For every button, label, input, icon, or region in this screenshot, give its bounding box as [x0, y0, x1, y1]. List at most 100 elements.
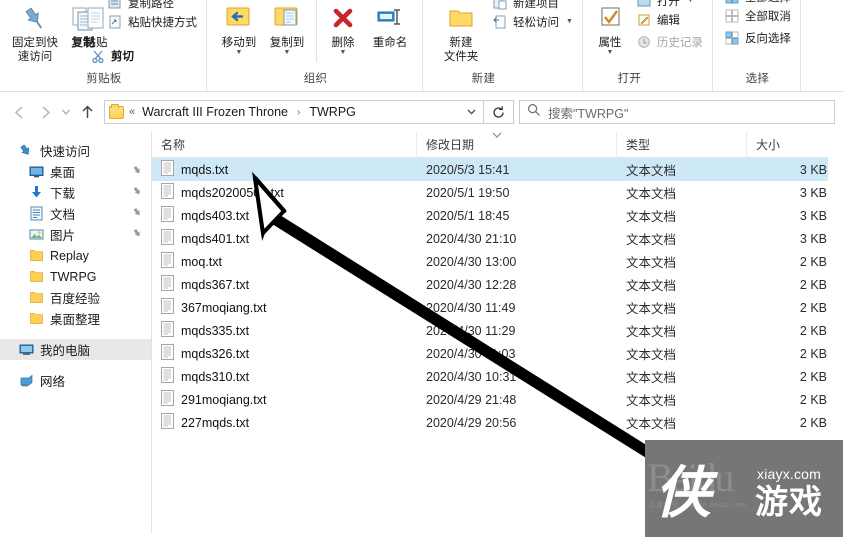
open-group-label: 打开	[617, 73, 642, 85]
table-row[interactable]: mqds326.txt 2020/4/30 11:03 文本文档 2 KB	[152, 342, 843, 365]
sidebar-item-desktop[interactable]: 桌面	[0, 161, 151, 182]
file-name-cell[interactable]: mqds.txt	[152, 160, 417, 179]
text-file-icon	[161, 229, 174, 245]
breadcrumb-item-0[interactable]: Warcraft III Frozen Throne	[140, 105, 290, 119]
edit-pencil-icon	[636, 12, 652, 28]
sidebar-item-downloads[interactable]: 下载	[0, 182, 151, 203]
file-name-cell[interactable]: mqds401.txt	[152, 229, 417, 248]
sidebar-item-pictures[interactable]: 图片	[0, 224, 151, 245]
chevron-down-icon[interactable]: ▼	[606, 49, 613, 56]
select-none-label: 全部取消	[744, 11, 791, 23]
search-input[interactable]: 搜索"TWRPG"	[519, 100, 835, 124]
properties-button[interactable]: 属性 ▼	[589, 0, 631, 56]
sidebar-item-quick-access[interactable]: 快速访问	[0, 140, 151, 161]
column-header-date-modified[interactable]: 修改日期	[417, 131, 617, 158]
sidebar-item-desktop-organize[interactable]: 桌面整理	[0, 308, 151, 329]
text-file-icon	[161, 413, 174, 429]
table-row[interactable]: mqds335.txt 2020/4/30 11:29 文本文档 2 KB	[152, 319, 843, 342]
table-row[interactable]: 227mqds.txt 2020/4/29 20:56 文本文档 2 KB	[152, 411, 843, 434]
table-row[interactable]: mqds310.txt 2020/4/30 10:31 文本文档 2 KB	[152, 365, 843, 388]
file-date-cell: 2020/4/30 11:29	[426, 323, 516, 338]
chevron-down-icon[interactable]: ▼	[340, 49, 347, 56]
table-row[interactable]: mqds20200501.txt 2020/5/1 19:50 文本文档 3 KB	[152, 181, 843, 204]
easy-access-label: 轻松访问	[513, 17, 559, 29]
pin-icon[interactable]	[132, 228, 143, 242]
table-row[interactable]: moq.txt 2020/4/30 13:00 文本文档 2 KB	[152, 250, 843, 273]
table-row[interactable]: mqds367.txt 2020/4/30 12:28 文本文档 2 KB	[152, 273, 843, 296]
back-button[interactable]	[6, 98, 32, 126]
delete-button[interactable]: 删除 ▼	[322, 0, 364, 56]
address-dropdown-button[interactable]	[466, 106, 479, 119]
file-name-cell[interactable]: 367moqiang.txt	[152, 298, 417, 317]
edit-button[interactable]: 编辑	[633, 9, 706, 31]
file-name-label: 227mqds.txt	[181, 415, 250, 430]
column-header-size[interactable]: 大小	[747, 132, 837, 158]
recent-locations-button[interactable]	[58, 98, 74, 126]
watermark-brand-char: 侠	[655, 463, 711, 525]
file-name-cell[interactable]: mqds20200501.txt	[152, 183, 417, 202]
file-name-label: 291moqiang.txt	[181, 392, 267, 407]
breadcrumb-separator[interactable]: ›	[294, 107, 303, 118]
new-item-button[interactable]: 新建项目	[489, 0, 576, 11]
sidebar-item-my-computer[interactable]: 我的电脑	[0, 339, 151, 360]
pin-icon[interactable]	[132, 165, 143, 179]
move-to-label: 移动到	[221, 37, 257, 49]
paste-button[interactable]: 粘贴	[75, 0, 117, 50]
chevron-down-icon[interactable]: ▼	[566, 18, 573, 25]
pin-icon[interactable]	[132, 186, 143, 200]
table-row[interactable]: 291moqiang.txt 2020/4/29 21:48 文本文档 2 KB	[152, 388, 843, 411]
table-row[interactable]: mqds401.txt 2020/4/30 21:10 文本文档 3 KB	[152, 227, 843, 250]
up-button[interactable]	[74, 98, 100, 126]
table-row[interactable]: mqds.txt 2020/5/3 15:41 文本文档 3 KB	[152, 158, 843, 181]
easy-access-button[interactable]: 轻松访问 ▼	[489, 11, 576, 33]
open-button[interactable]: 打开 ▼	[633, 0, 706, 9]
pin-to-quick-access-button[interactable]: 固定到快 速访问	[8, 0, 62, 64]
text-file-icon	[161, 252, 174, 271]
file-size-cell: 3 KB	[799, 162, 827, 177]
paste-icon	[83, 2, 109, 36]
file-explorer-window: 固定到快 速访问 复制 复制路径 粘贴快捷方式 剪贴板 粘贴 剪切 移动到 ▼ …	[0, 0, 843, 537]
column-header-name[interactable]: 名称	[152, 131, 417, 158]
column-header-type[interactable]: 类型	[617, 131, 747, 158]
invert-selection-button[interactable]: 反向选择	[721, 27, 794, 49]
rename-label: 重命名	[372, 37, 408, 49]
forward-button[interactable]	[32, 98, 58, 126]
pin-icon	[21, 2, 49, 36]
arrow-left-icon	[14, 105, 23, 119]
chevron-down-icon[interactable]: ▼	[687, 0, 694, 4]
chevron-down-icon[interactable]: ▼	[236, 49, 243, 56]
file-name-cell[interactable]: mqds335.txt	[152, 321, 417, 340]
chevron-down-icon[interactable]: ▼	[284, 49, 291, 56]
sidebar-item-network[interactable]: 网络	[0, 370, 151, 391]
move-to-button[interactable]: 移动到 ▼	[215, 0, 263, 56]
rename-button[interactable]: 重命名	[364, 0, 416, 50]
file-name-cell[interactable]: mqds367.txt	[152, 275, 417, 294]
file-name-cell[interactable]: mqds310.txt	[152, 367, 417, 386]
file-name-label: mqds.txt	[181, 162, 229, 177]
text-file-icon	[161, 252, 174, 268]
table-row[interactable]: 367moqiang.txt 2020/4/30 11:49 文本文档 2 KB	[152, 296, 843, 319]
table-row[interactable]: mqds403.txt 2020/5/1 18:45 文本文档 3 KB	[152, 204, 843, 227]
pin-icon[interactable]	[132, 207, 143, 221]
file-name-cell[interactable]: 291moqiang.txt	[152, 390, 417, 409]
file-date-cell: 2020/4/30 11:03	[426, 346, 516, 361]
folder-icon	[28, 248, 44, 264]
breadcrumb-overflow[interactable]: «	[128, 106, 136, 118]
file-name-cell[interactable]: mqds403.txt	[152, 206, 417, 225]
sidebar-item-twrpg[interactable]: TWRPG	[0, 266, 151, 287]
sidebar-item-baidu-jingyan[interactable]: 百度经验	[0, 287, 151, 308]
address-field[interactable]: « Warcraft III Frozen Throne › TWRPG	[104, 100, 484, 124]
select-none-button[interactable]: 全部取消	[721, 5, 794, 27]
new-folder-button[interactable]: 新建 文件夹	[437, 0, 485, 64]
breadcrumb-item-1[interactable]: TWRPG	[307, 105, 358, 119]
sidebar-item-documents[interactable]: 文档	[0, 203, 151, 224]
file-date-cell: 2020/5/1 18:45	[426, 208, 510, 223]
refresh-button[interactable]	[484, 100, 514, 124]
sidebar-item-replay[interactable]: Replay	[0, 245, 151, 266]
cut-button[interactable]: 剪切	[90, 48, 134, 64]
file-name-cell[interactable]: moq.txt	[152, 252, 417, 271]
copy-to-button[interactable]: 复制到 ▼	[263, 0, 311, 56]
file-name-cell[interactable]: mqds326.txt	[152, 344, 417, 363]
text-file-icon	[161, 321, 174, 340]
file-name-cell[interactable]: 227mqds.txt	[152, 413, 417, 432]
